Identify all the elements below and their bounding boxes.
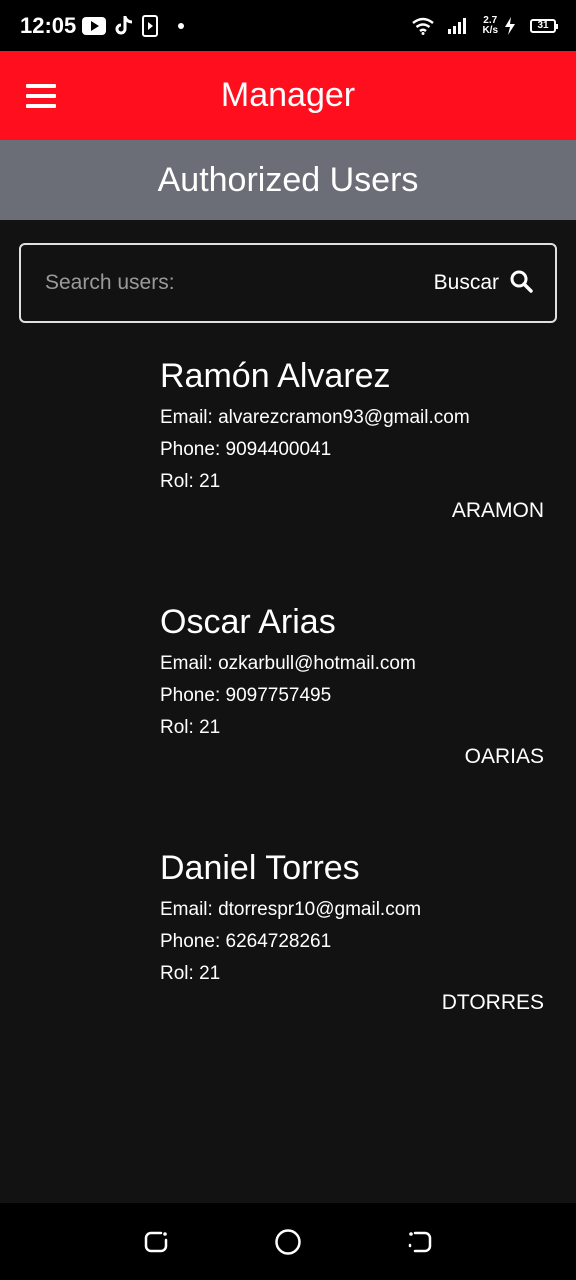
status-bar: 12:05 2.7 K/s 31	[0, 0, 576, 51]
status-indicators: 2.7 K/s 31	[412, 14, 558, 36]
user-card[interactable]: Oscar Arias Email: ozkarbull@hotmail.com…	[0, 586, 576, 832]
user-list: Ramón Alvarez Email: alvarezcramon93@gma…	[0, 340, 576, 1078]
hamburger-menu-icon[interactable]	[26, 84, 58, 108]
charging-icon	[504, 16, 516, 35]
user-card[interactable]: Daniel Torres Email: dtorrespr10@gmail.c…	[0, 832, 576, 1078]
dot-icon	[178, 22, 185, 29]
user-card[interactable]: Ramón Alvarez Email: alvarezcramon93@gma…	[0, 340, 576, 586]
user-name: Daniel Torres	[160, 849, 360, 887]
app-bar: Manager	[0, 51, 576, 140]
user-username: DTORRES	[441, 991, 544, 1014]
user-info: Daniel Torres Email: dtorrespr10@gmail.c…	[160, 848, 546, 990]
user-phone: Phone: 9097757495	[160, 685, 332, 706]
network-speed: 2.7 K/s	[482, 14, 498, 36]
recents-icon[interactable]	[136, 1222, 176, 1262]
user-info: Oscar Arias Email: ozkarbull@hotmail.com…	[160, 602, 546, 744]
user-name: Ramón Alvarez	[160, 357, 391, 395]
user-rol: Rol: 21	[160, 471, 221, 492]
user-phone: Phone: 9094400041	[160, 439, 332, 460]
home-icon[interactable]	[268, 1222, 308, 1262]
app-title: Manager	[220, 76, 356, 114]
net-speed-unit: K/s	[482, 24, 498, 36]
net-speed-value: 2.7	[483, 14, 498, 26]
tiktok-icon	[114, 15, 134, 37]
youtube-icon	[82, 16, 107, 35]
user-email: Email: dtorrespr10@gmail.com	[160, 899, 422, 920]
user-email: Email: ozkarbull@hotmail.com	[160, 653, 416, 674]
search-input[interactable]	[43, 270, 434, 296]
user-rol: Rol: 21	[160, 717, 221, 738]
section-header: Authorized Users	[0, 140, 576, 220]
search-icon	[509, 269, 533, 298]
signal-icon	[448, 17, 468, 34]
search-bar: Buscar	[19, 243, 557, 323]
status-time: 12:05	[20, 12, 77, 38]
section-title: Authorized Users	[157, 160, 419, 199]
back-icon[interactable]	[400, 1222, 440, 1262]
system-nav-bar	[0, 1203, 576, 1280]
search-button[interactable]: Buscar	[434, 269, 533, 298]
battery-level: 31	[537, 20, 549, 31]
search-button-label: Buscar	[433, 271, 499, 294]
user-rol: Rol: 21	[160, 963, 221, 984]
user-username: OARIAS	[464, 745, 544, 768]
media-icon	[142, 14, 159, 37]
user-email: Email: alvarezcramon93@gmail.com	[160, 407, 470, 428]
battery-icon: 31	[530, 18, 558, 33]
user-username: ARAMON	[451, 499, 544, 522]
user-name: Oscar Arias	[160, 603, 336, 641]
user-phone: Phone: 6264728261	[160, 931, 332, 952]
user-info: Ramón Alvarez Email: alvarezcramon93@gma…	[160, 356, 546, 498]
wifi-icon	[412, 17, 435, 35]
